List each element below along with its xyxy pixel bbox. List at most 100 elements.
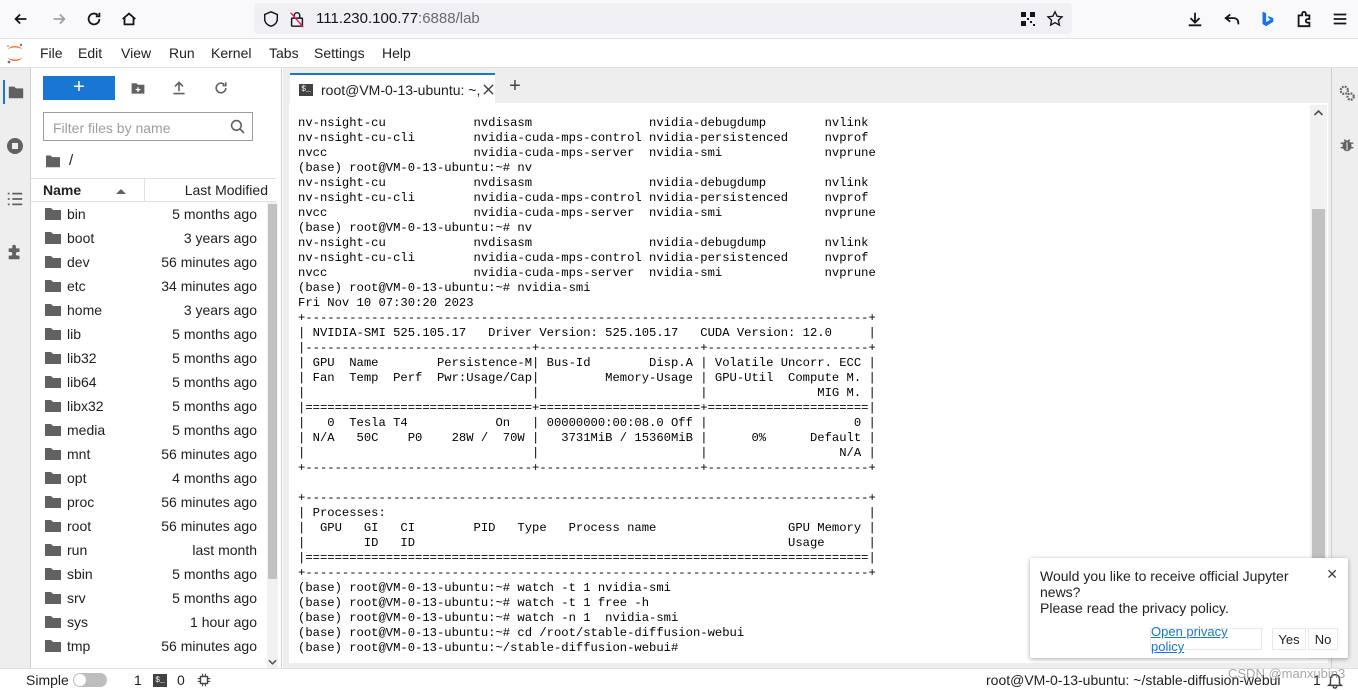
bing-icon[interactable] bbox=[1253, 6, 1281, 32]
file-modified: 5 months ago bbox=[172, 326, 257, 342]
url-host: 111.230.100.77 bbox=[316, 10, 419, 27]
file-modified: 56 minutes ago bbox=[161, 518, 257, 534]
file-name: media bbox=[67, 422, 106, 438]
breadcrumb: / bbox=[45, 152, 73, 169]
terminal-output[interactable]: nv-nsight-cu nvdisasm nvidia-debugdump n… bbox=[298, 116, 876, 656]
terminal-status-icon[interactable]: $_ bbox=[153, 674, 167, 687]
file-modified: 5 months ago bbox=[172, 206, 257, 222]
file-row[interactable]: dev 56 minutes ago bbox=[31, 250, 267, 274]
file-row[interactable]: sys 1 hour ago bbox=[31, 610, 267, 634]
new-launcher-button[interactable]: + bbox=[43, 76, 115, 100]
file-row[interactable]: media 5 months ago bbox=[31, 418, 267, 442]
file-row[interactable]: opt 4 months ago bbox=[31, 466, 267, 490]
home-icon[interactable] bbox=[115, 6, 143, 32]
menu-kernel[interactable]: Kernel bbox=[211, 45, 251, 61]
file-modified: 5 months ago bbox=[172, 422, 257, 438]
menu-tabs[interactable]: Tabs bbox=[269, 45, 299, 61]
file-row[interactable]: home 3 years ago bbox=[31, 298, 267, 322]
file-row[interactable]: run last month bbox=[31, 538, 267, 562]
hamburger-menu-icon[interactable] bbox=[1326, 6, 1354, 32]
terminal-count[interactable]: 0 bbox=[177, 672, 185, 688]
file-row[interactable]: bin 5 months ago bbox=[31, 202, 267, 226]
file-modified: 56 minutes ago bbox=[161, 638, 257, 654]
file-row[interactable]: tmp 56 minutes ago bbox=[31, 634, 267, 658]
file-row[interactable]: root 56 minutes ago bbox=[31, 514, 267, 538]
open-privacy-policy-link[interactable]: Open privacy policy bbox=[1150, 624, 1262, 654]
file-name: proc bbox=[67, 494, 95, 510]
file-modified: 56 minutes ago bbox=[161, 254, 257, 270]
menu-help[interactable]: Help bbox=[382, 45, 411, 61]
folder-icon bbox=[45, 376, 61, 388]
file-row[interactable]: libx32 5 months ago bbox=[31, 394, 267, 418]
jupyter-logo-icon bbox=[7, 43, 23, 64]
file-modified: 5 months ago bbox=[172, 566, 257, 582]
name-column-header[interactable]: Name bbox=[43, 182, 81, 198]
close-tab-icon[interactable] bbox=[483, 84, 494, 95]
extension-manager-icon[interactable] bbox=[3, 240, 27, 264]
tab-title: root@VM-0-13-ubuntu: ~, bbox=[321, 81, 481, 98]
shield-icon[interactable] bbox=[262, 10, 280, 28]
file-row[interactable]: lib 5 months ago bbox=[31, 322, 267, 346]
back-icon[interactable] bbox=[7, 6, 35, 32]
file-list-scroll-thumb[interactable] bbox=[268, 204, 277, 579]
close-notification-icon[interactable]: ✕ bbox=[1326, 566, 1338, 583]
undo-icon[interactable] bbox=[1218, 6, 1246, 32]
file-name: srv bbox=[67, 590, 86, 606]
forward-icon[interactable] bbox=[45, 6, 73, 32]
kernel-count[interactable]: 1 bbox=[134, 672, 142, 688]
menu-settings[interactable]: Settings bbox=[314, 45, 365, 61]
no-button[interactable]: No bbox=[1308, 628, 1338, 650]
yes-button[interactable]: Yes bbox=[1272, 628, 1306, 650]
menu-edit[interactable]: Edit bbox=[78, 45, 102, 61]
upload-icon[interactable] bbox=[169, 78, 189, 98]
add-tab-button[interactable]: + bbox=[502, 74, 528, 98]
scroll-down-icon[interactable] bbox=[268, 658, 277, 666]
refresh-icon[interactable] bbox=[211, 78, 231, 98]
url-bar[interactable]: 111.230.100.77:6888/lab bbox=[254, 3, 1072, 34]
modified-column-header[interactable]: Last Modified bbox=[185, 182, 268, 198]
new-folder-icon[interactable] bbox=[128, 78, 148, 98]
file-browser-icon[interactable] bbox=[3, 80, 27, 104]
table-of-contents-icon[interactable] bbox=[3, 187, 27, 211]
file-row[interactable]: boot 3 years ago bbox=[31, 226, 267, 250]
file-row[interactable]: proc 56 minutes ago bbox=[31, 490, 267, 514]
cpu-icon[interactable] bbox=[197, 673, 211, 687]
column-divider bbox=[144, 179, 145, 201]
property-inspector-icon[interactable] bbox=[1338, 84, 1356, 102]
insecure-lock-icon[interactable] bbox=[288, 10, 306, 28]
file-modified: 56 minutes ago bbox=[161, 446, 257, 462]
menu-file[interactable]: File bbox=[40, 45, 63, 61]
reload-icon[interactable] bbox=[80, 6, 108, 32]
menu-bar: File Edit View Run Kernel Tabs Settings … bbox=[0, 39, 1358, 68]
menu-view[interactable]: View bbox=[121, 45, 151, 61]
qr-code-icon[interactable] bbox=[1020, 11, 1036, 27]
file-row[interactable]: etc 34 minutes ago bbox=[31, 274, 267, 298]
file-row[interactable]: lib64 5 months ago bbox=[31, 370, 267, 394]
downloads-icon[interactable] bbox=[1181, 6, 1209, 32]
file-row[interactable]: lib32 5 months ago bbox=[31, 346, 267, 370]
file-modified: 1 hour ago bbox=[190, 614, 257, 630]
running-sessions-icon[interactable] bbox=[3, 134, 27, 158]
folder-icon bbox=[45, 208, 61, 220]
file-name: home bbox=[67, 302, 103, 318]
file-browser-panel: + Filter files by name / Name Last Modif… bbox=[31, 68, 282, 668]
extensions-icon[interactable] bbox=[1290, 6, 1318, 32]
file-row[interactable]: mnt 56 minutes ago bbox=[31, 442, 267, 466]
tab-terminal[interactable]: $_ root@VM-0-13-ubuntu: ~, bbox=[290, 73, 495, 104]
scroll-up-icon[interactable] bbox=[1313, 109, 1324, 117]
folder-icon bbox=[45, 568, 61, 580]
debugger-bug-icon[interactable] bbox=[1338, 136, 1356, 154]
file-list-scrollbar[interactable] bbox=[267, 202, 278, 668]
folder-icon[interactable] bbox=[45, 154, 61, 168]
file-row[interactable]: srv 5 months ago bbox=[31, 586, 267, 610]
bookmark-star-icon[interactable] bbox=[1046, 10, 1064, 28]
breadcrumb-root[interactable]: / bbox=[69, 152, 73, 169]
menu-run[interactable]: Run bbox=[169, 45, 195, 61]
filter-files-input[interactable]: Filter files by name bbox=[43, 112, 253, 141]
simple-mode-toggle[interactable] bbox=[73, 673, 107, 687]
file-modified: 56 minutes ago bbox=[161, 494, 257, 510]
file-row[interactable]: sbin 5 months ago bbox=[31, 562, 267, 586]
file-modified: 4 months ago bbox=[172, 470, 257, 486]
folder-icon bbox=[45, 304, 61, 316]
filter-placeholder: Filter files by name bbox=[53, 120, 171, 136]
